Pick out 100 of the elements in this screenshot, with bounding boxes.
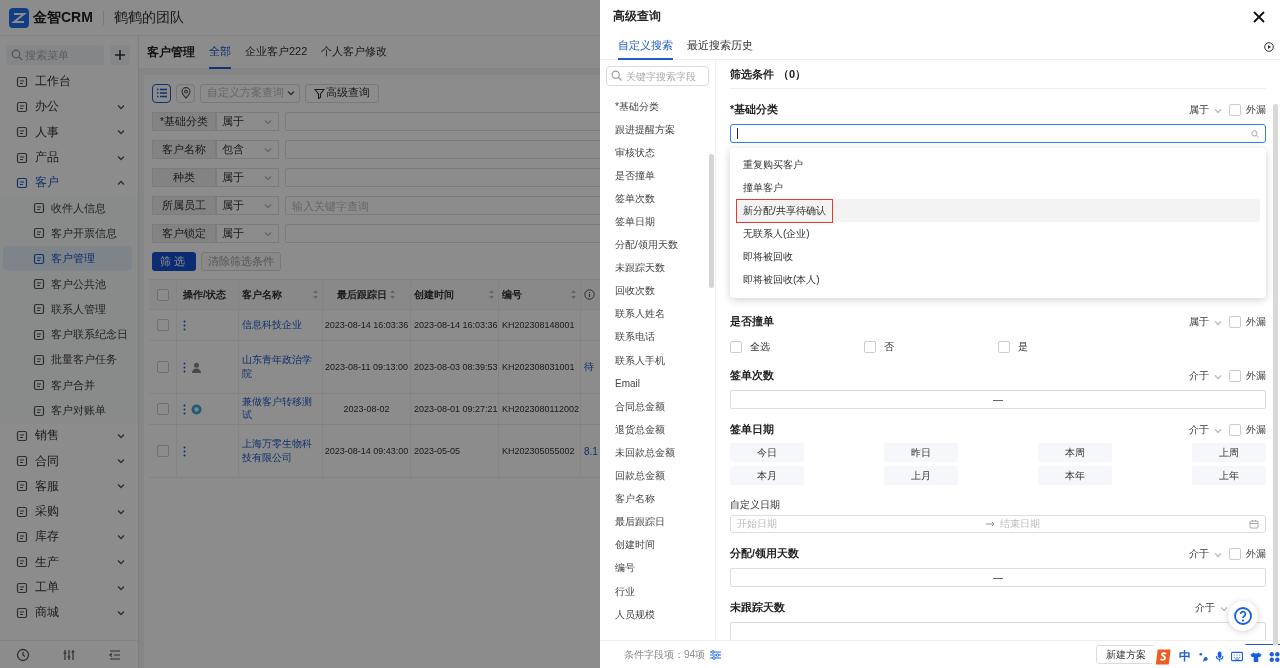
field-item[interactable]: 签单次数 — [606, 187, 709, 211]
map-view-button[interactable] — [176, 83, 195, 103]
sort-icon[interactable] — [570, 289, 577, 300]
date-preset-button[interactable]: 上月 — [884, 466, 958, 485]
date-preset-button[interactable]: 本年 — [1038, 466, 1112, 485]
menu-item[interactable]: 客户 — [0, 170, 138, 196]
checkbox[interactable] — [998, 340, 1010, 353]
advanced-search-button[interactable]: 高级查询 — [305, 83, 379, 103]
close-icon[interactable] — [1253, 10, 1265, 23]
dropdown-option[interactable]: 无联系人(企业) — [736, 222, 1260, 245]
field-item[interactable]: 联系人姓名 — [606, 302, 709, 326]
menu-item[interactable]: 采购 — [0, 499, 138, 525]
operator-select[interactable]: 属于 — [216, 196, 279, 215]
range-field[interactable]: — — [730, 568, 1266, 587]
operator-select[interactable]: 介于 — [1189, 369, 1222, 383]
field-item[interactable]: 最后跟踪日 — [606, 510, 709, 534]
customer-name-link[interactable]: 上海万零生物科技有限公司 — [242, 436, 319, 466]
menu-item[interactable]: 客户对账单 — [3, 397, 132, 424]
field-item[interactable]: 创建时间 — [606, 533, 709, 557]
play-circle-icon[interactable] — [1264, 42, 1274, 52]
menu-item[interactable]: 客户公共池 — [3, 271, 132, 297]
checkbox[interactable] — [1229, 316, 1241, 328]
operator-select[interactable]: 属于 — [1189, 103, 1222, 117]
more-icon[interactable] — [183, 445, 186, 457]
scrollbar[interactable] — [709, 154, 714, 288]
tab[interactable]: 最近搜索历史 — [687, 33, 753, 60]
field-item[interactable]: Email — [606, 372, 709, 396]
menu-item[interactable]: 办公 — [0, 94, 138, 120]
field-item[interactable]: 合同总金额 — [606, 395, 709, 419]
menu-item[interactable]: 销售 — [0, 423, 138, 449]
field-item[interactable]: 未回款总金额 — [606, 441, 709, 465]
menu-item[interactable]: 客户开票信息 — [3, 220, 132, 247]
field-item[interactable]: 回收次数 — [606, 279, 709, 303]
checkbox[interactable] — [730, 340, 742, 353]
checkbox[interactable] — [156, 445, 169, 457]
tab[interactable]: 全部 — [209, 35, 231, 69]
field-item[interactable]: 编号 — [606, 556, 709, 580]
dropdown-option[interactable]: 重复购买客户 — [736, 153, 1260, 176]
checkbox[interactable] — [156, 361, 169, 373]
add-button[interactable] — [110, 45, 130, 65]
tab[interactable]: 个人客户修改 — [321, 35, 388, 69]
filter-button[interactable]: 筛选 — [152, 252, 196, 271]
menu-item[interactable]: 人事 — [0, 119, 138, 145]
menu-item[interactable]: 产品 — [0, 144, 138, 171]
microphone-icon[interactable] — [1214, 650, 1224, 663]
operator-select[interactable]: 介于 — [1189, 547, 1222, 561]
menu-item[interactable]: 工作台 — [0, 69, 138, 95]
menu-item[interactable]: 库存 — [0, 524, 138, 550]
collapse-icon[interactable] — [108, 647, 122, 662]
date-preset-button[interactable]: 上周 — [1192, 443, 1266, 462]
more-icon[interactable] — [183, 403, 186, 415]
menu-item[interactable]: 收件人信息 — [3, 195, 132, 221]
operator-select[interactable]: 属于 — [216, 224, 279, 243]
menu-item[interactable]: 客户联系纪念日 — [3, 321, 132, 348]
date-preset-button[interactable]: 今日 — [730, 443, 804, 462]
sort-icon[interactable] — [312, 289, 319, 300]
menu-item[interactable]: 商城 — [0, 600, 138, 626]
field-item[interactable]: 跟进提醒方案 — [606, 118, 709, 142]
checkbox[interactable] — [1229, 370, 1241, 382]
menu-item[interactable]: 工单 — [0, 574, 138, 601]
operator-select[interactable]: 包含 — [216, 140, 279, 159]
field-item[interactable]: 分配/领用天数 — [606, 233, 709, 257]
field-item[interactable]: 客户名称 — [606, 487, 709, 511]
field-item[interactable]: 行业 — [606, 579, 709, 604]
field-item[interactable]: 人员规模 — [606, 603, 709, 627]
customer-name-link[interactable]: 信息科技企业 — [242, 318, 302, 332]
dropdown-option[interactable]: 即将被回收 — [736, 245, 1260, 268]
tab[interactable]: 企业客户222 — [245, 35, 308, 69]
help-button[interactable] — [1228, 601, 1258, 631]
ime-mode-button[interactable]: 中 — [1179, 648, 1192, 665]
date-preset-button[interactable]: 上年 — [1192, 466, 1266, 485]
menu-item[interactable]: 合同 — [0, 448, 138, 474]
checkbox[interactable] — [1229, 424, 1241, 436]
field-item[interactable]: 是否撞单 — [606, 164, 709, 188]
menu-item[interactable]: 客服 — [0, 473, 138, 500]
field-item[interactable]: 退货总金额 — [606, 418, 709, 442]
checkbox[interactable] — [1229, 104, 1241, 116]
list-view-button[interactable] — [152, 83, 171, 103]
menu-item[interactable]: 联系人管理 — [3, 296, 132, 322]
operator-select[interactable]: 介于 — [1195, 601, 1228, 615]
history-icon[interactable] — [16, 647, 30, 662]
checkbox[interactable] — [864, 340, 876, 353]
checkbox[interactable] — [1229, 548, 1241, 560]
sliders-icon[interactable] — [710, 649, 722, 660]
checkbox[interactable] — [156, 403, 169, 415]
keyboard-icon[interactable] — [1230, 651, 1243, 662]
tab[interactable]: 自定义搜索 — [618, 33, 673, 60]
search-field[interactable]: 关键字搜索字段 — [606, 66, 709, 86]
operator-select[interactable]: 属于 — [216, 112, 279, 131]
field-item[interactable]: 联系电话 — [606, 325, 709, 350]
date-preset-button[interactable]: 昨日 — [884, 443, 958, 462]
field-item[interactable]: 回款总金额 — [606, 464, 709, 488]
range-field[interactable]: — — [730, 390, 1266, 409]
date-preset-button[interactable]: 本月 — [730, 466, 804, 485]
date-preset-button[interactable]: 本周 — [1038, 443, 1112, 462]
checkbox[interactable] — [156, 288, 169, 301]
select-field[interactable] — [730, 124, 1266, 143]
checkbox[interactable] — [156, 319, 169, 331]
customer-name-link[interactable]: 兼做客户转移测试 — [242, 396, 319, 422]
field-item[interactable]: 联系人手机 — [606, 349, 709, 373]
